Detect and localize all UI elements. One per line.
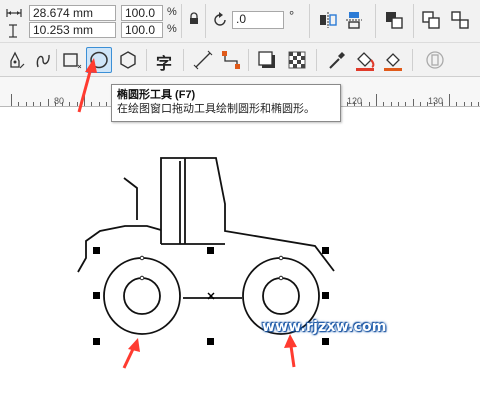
ruler-tick: [369, 102, 370, 106]
toolbox: 字: [0, 43, 480, 77]
text-tool[interactable]: 字: [152, 47, 178, 73]
arrange-order-icon[interactable]: [384, 10, 404, 30]
drawing-canvas[interactable]: [0, 107, 480, 401]
tractor-drawing: [77, 157, 335, 335]
separator: [413, 4, 414, 38]
ruler-tick: [33, 102, 34, 106]
ruler-tick: [398, 102, 399, 106]
scale-x-input[interactable]: 100.0: [121, 5, 163, 21]
polygon-icon: [120, 51, 136, 69]
fill-tool[interactable]: [352, 47, 378, 73]
mirror-vertical-icon[interactable]: [344, 10, 364, 30]
cab-outline: [160, 157, 335, 272]
drop-shadow-tool[interactable]: [254, 47, 280, 73]
bezier-icon: [36, 54, 50, 68]
ruler-tick: [48, 99, 49, 106]
outline-icon: [426, 51, 444, 69]
rotation-unit: °: [289, 8, 295, 23]
dimension-tool[interactable]: [190, 47, 216, 73]
ruler-tick: [456, 102, 457, 106]
width-input[interactable]: 28.674 mm: [29, 5, 116, 21]
node-points: [139, 255, 284, 281]
ruler-label: 80: [54, 96, 65, 106]
connector-tool[interactable]: [218, 47, 244, 73]
exhaust-pipe: [123, 177, 138, 220]
ruler-tick: [91, 102, 92, 106]
transparency-tool[interactable]: [284, 47, 310, 73]
text-icon: 字: [156, 54, 173, 73]
separator: [248, 49, 249, 71]
separator: [183, 49, 184, 71]
drawing: [77, 157, 335, 345]
break-apart-icon[interactable]: [450, 10, 470, 30]
combine-icon[interactable]: [421, 10, 441, 30]
ruler-tick: [69, 102, 70, 106]
ruler-tick: [40, 102, 41, 106]
ruler-tick: [84, 94, 85, 106]
bezier-tool[interactable]: [30, 47, 56, 73]
ruler-label: 130: [428, 96, 444, 106]
scale-y-unit: %: [167, 23, 177, 35]
separator: [309, 4, 310, 38]
smart-fill-tool[interactable]: [380, 47, 406, 73]
eyedropper-tool[interactable]: [324, 47, 350, 73]
separator: [56, 49, 57, 71]
transparency-icon: [288, 51, 306, 69]
lock-ratio-icon[interactable]: [188, 12, 200, 26]
ruler-tick: [449, 94, 450, 106]
separator: [375, 4, 376, 38]
rectangle-tool[interactable]: [58, 47, 84, 73]
dimension-icon: [193, 50, 213, 70]
separator: [146, 49, 147, 71]
ruler-label: 120: [347, 96, 363, 106]
ruler-tick: [18, 102, 19, 106]
width-icon: [6, 9, 22, 17]
ruler-tick: [464, 102, 465, 106]
fill-icon: [356, 52, 375, 71]
ruler-tick: [77, 102, 78, 106]
connector-icon: [222, 51, 240, 69]
tool-tooltip: 椭圆形工具 (F7) 在绘图窗口拖动工具绘制圆形和椭圆形。: [111, 84, 341, 122]
outline-tool[interactable]: [422, 47, 448, 73]
ruler-tick: [106, 102, 107, 106]
separator: [316, 49, 317, 71]
mirror-horizontal-icon[interactable]: [318, 10, 338, 30]
separator: [181, 4, 182, 38]
ellipse-icon: [90, 51, 108, 69]
height-icon: [9, 24, 17, 38]
ruler-tick: [383, 102, 384, 106]
scale-y-input[interactable]: 100.0: [121, 22, 163, 38]
watermark: www.rjzxw.com: [262, 319, 387, 335]
smart-fill-icon: [384, 53, 402, 71]
ruler-tick: [99, 102, 100, 106]
separator: [205, 4, 206, 38]
rotation-input[interactable]: .0: [232, 11, 284, 29]
freehand-tool[interactable]: [2, 47, 28, 73]
separator: [412, 49, 413, 71]
ruler-tick: [478, 102, 479, 106]
ruler-tick: [405, 102, 406, 106]
tooltip-title: 椭圆形工具 (F7): [117, 89, 196, 101]
ruler-tick: [376, 94, 377, 106]
ruler-tick: [420, 102, 421, 106]
ruler-tick: [391, 102, 392, 106]
freehand-icon: [10, 51, 25, 69]
rotate-icon: [214, 12, 226, 26]
height-input[interactable]: 10.253 mm: [29, 22, 116, 38]
ruler-tick: [11, 94, 12, 106]
front-wheel-outer: [103, 257, 181, 335]
drop-shadow-icon: [258, 51, 275, 68]
property-bar: 28.674 mm 10.253 mm 100.0 100.0 % % .0 °: [0, 0, 480, 43]
front-wheel-hub: [123, 277, 161, 315]
ruler-tick: [413, 99, 414, 106]
tooltip-description: 在绘图窗口拖动工具绘制圆形和椭圆形。: [117, 103, 315, 115]
eyedropper-icon: [329, 52, 345, 69]
ellipse-tool[interactable]: [86, 47, 112, 73]
polygon-tool[interactable]: [115, 47, 141, 73]
rear-wheel-hub: [262, 277, 300, 315]
ruler-tick: [471, 102, 472, 106]
scale-x-unit: %: [167, 6, 177, 18]
rectangle-icon: [63, 53, 82, 69]
ruler-tick: [26, 102, 27, 106]
